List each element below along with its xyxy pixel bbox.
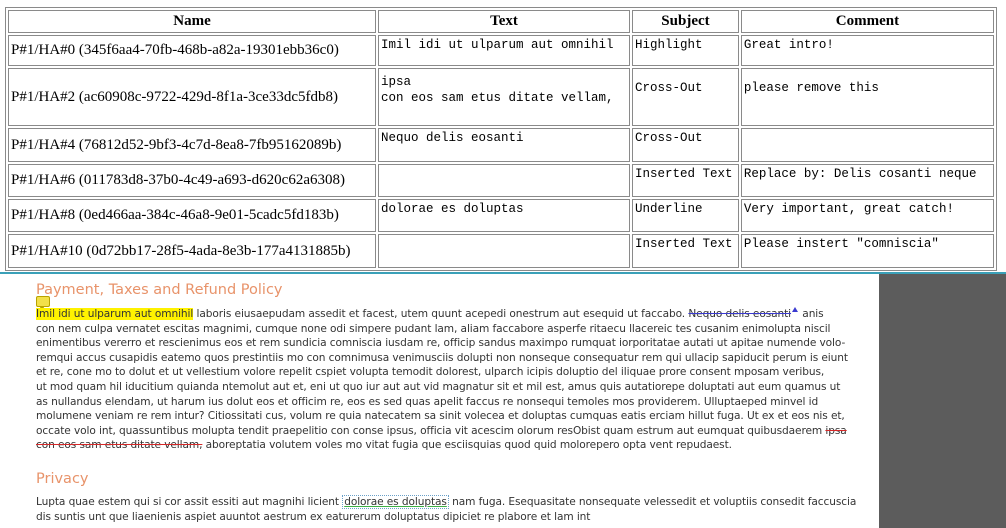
cell-subject: Highlight [632,35,739,66]
cell-comment: Very important, great catch! [740,199,994,232]
cell-name: P#1/HA#8 (0ed466aa-384c-46a8-9e01-5cadc5… [8,199,376,232]
cell-comment [740,128,994,162]
text-line: enimentibus vererro et rescienimus eos e… [36,337,846,350]
cell-name: P#1/HA#2 (ac60908c-9722-429d-8f1a-3ce33d… [8,68,376,126]
table-header-row: Name Text Subject Comment [8,10,994,33]
cell-text: ipsa con eos sam etus ditate vellam, [378,68,631,126]
cell-subject: Inserted Text [632,234,739,268]
pdf-page[interactable]: Payment, Taxes and Refund Policy Imil id… [0,274,879,528]
cell-subject: Inserted Text [632,164,739,197]
column-header-subject: Subject [632,10,739,33]
crossout-annotation[interactable]: con eos sam etus ditate vellam, [36,439,202,451]
cell-text [378,234,631,268]
cell-subject: Cross-Out [632,68,739,126]
viewer-background-panel [879,274,1006,528]
annotations-table-area: Name Text Subject Comment P#1/HA#0 (345f… [0,0,1006,272]
table-row: P#1/HA#10 (0d72bb17-28f5-4ada-8e3b-177a4… [8,234,994,268]
text-line: Imil idi ut ulparum aut omnihil laboris … [36,307,824,322]
cell-comment: please remove this [740,68,994,126]
crossout-annotation[interactable]: Nequo delis eosanti [688,308,791,320]
cell-text [378,164,631,197]
text-line: et re, cone mo to dolut et ut vellestium… [36,366,825,379]
cell-subject: Underline [632,199,739,232]
highlight-annotation[interactable]: Imil idi ut ulparum aut omnihil [36,308,193,320]
text-line: con eos sam etus ditate vellam, aborepta… [36,438,806,453]
table-row: P#1/HA#4 (76812d52-9bf3-4c7d-8ea8-7fb951… [8,128,994,162]
table-row: P#1/HA#2 (ac60908c-9722-429d-8f1a-3ce33d… [8,68,994,126]
text-run: occate volo int, quassuntibus molupta te… [36,424,826,437]
text-run: aboreptatia volutem voles mo vitat fugia… [202,439,732,452]
table-row: P#1/HA#0 (345f6aa4-70fb-468b-a82a-19301e… [8,35,994,66]
insert-caret-icon[interactable] [792,307,799,312]
text-run: laboris eiusaepudam assedit et facest, u… [193,308,689,320]
cell-comment: Great intro! [740,35,994,66]
document-content: Payment, Taxes and Refund Policy Imil id… [36,280,856,524]
text-run: anis [799,308,824,320]
cell-text: Nequo delis eosanti [378,128,631,162]
annotations-table: Name Text Subject Comment P#1/HA#0 (345f… [5,7,997,271]
text-line: Lupta quae estem qui si cor assit essiti… [36,494,856,510]
text-line: occate volo int, quassuntibus molupta te… [36,424,847,439]
cell-name: P#1/HA#0 (345f6aa4-70fb-468b-a82a-19301e… [8,35,376,66]
column-header-text: Text [378,10,631,33]
table-row: P#1/HA#8 (0ed466aa-384c-46a8-9e01-5cadc5… [8,199,994,232]
cell-comment: Please instert "comniscia" [740,234,994,268]
cell-subject: Cross-Out [632,128,739,162]
text-line: con nem culpa vernatet escitas magnimi, … [36,322,831,335]
text-line: molumene veniam re rem intur? Citiossita… [36,410,845,423]
cell-name: P#1/HA#4 (76812d52-9bf3-4c7d-8ea8-7fb951… [8,128,376,162]
section-heading-privacy: Privacy [36,470,89,487]
column-header-name: Name [8,10,376,33]
crossout-annotation[interactable]: ipsa [825,425,846,437]
text-run: nam fuga. Esequasitate nonsequate veless… [448,495,857,508]
table-row: P#1/HA#6 (011783d8-37b0-4c49-a693-d620c6… [8,164,994,197]
pdf-viewer[interactable]: Payment, Taxes and Refund Policy Imil id… [0,274,1006,528]
section-heading-payment: Payment, Taxes and Refund Policy [36,282,283,298]
text-line: dis suntis unt que liaenienis aspiet auu… [36,510,591,523]
underline-annotation[interactable]: dolorae es doluptas [342,494,449,509]
paragraph-payment: Imil idi ut ulparum aut omnihil laboris … [36,307,848,453]
cell-name: P#1/HA#10 (0d72bb17-28f5-4ada-8e3b-177a4… [8,234,376,268]
text-line: remqui accus cusapidis eatemo quos prest… [36,351,848,364]
column-header-comment: Comment [740,10,994,33]
cell-name: P#1/HA#6 (011783d8-37b0-4c49-a693-d620c6… [8,164,376,197]
paragraph-privacy: Lupta quae estem qui si cor assit essiti… [36,494,856,524]
text-line: as nullandus elendam, ut harum ius dolut… [36,395,819,408]
text-run: Lupta quae estem qui si cor assit essiti… [36,495,343,508]
cell-comment: Replace by: Delis cosanti neque [740,164,994,197]
cell-text: dolorae es doluptas [378,199,631,232]
cell-text: Imil idi ut ulparum aut omnihil [378,35,631,66]
text-line: ut mod quam hil iducitium quianda ntemol… [36,380,841,393]
